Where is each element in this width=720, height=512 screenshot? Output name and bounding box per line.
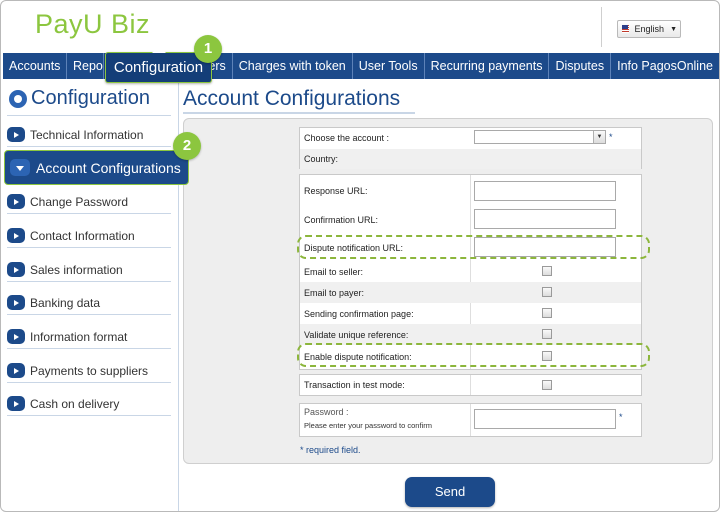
test-mode-section: Transaction in test mode: [299, 374, 642, 396]
sidebar-item-change-password[interactable]: Change Password [7, 190, 171, 214]
logo-text: PayU Biz [35, 8, 151, 39]
sidebar-item-label: Account Configurations [36, 159, 181, 176]
response-url-label: Response URL: [304, 186, 368, 196]
chevron-right-icon [7, 228, 25, 243]
required-field-note: * required field. [300, 445, 361, 455]
gear-icon [9, 89, 27, 108]
url-row: Response URL: [300, 175, 641, 205]
chevron-right-icon [7, 127, 25, 142]
column-divider [470, 404, 471, 436]
account-row: Choose the account : ▼ * [300, 128, 641, 148]
sidebar-item-label: Technical Information [30, 127, 144, 142]
sidebar-title: Configuration [9, 87, 150, 110]
email-seller-label: Email to seller: [304, 267, 364, 277]
unique-reference-checkbox[interactable] [542, 329, 552, 339]
email-payer-checkbox[interactable] [542, 287, 552, 297]
send-button[interactable]: Send [405, 477, 495, 507]
sidebar-item-contact-information[interactable]: Contact Information [7, 224, 171, 248]
chevron-right-icon [7, 363, 25, 378]
page-title: Account Configurations [183, 87, 401, 110]
sidebar-item-label: Banking data [30, 295, 101, 310]
checkbox-row: Sending confirmation page: [300, 303, 641, 324]
sidebar-item-label: Contact Information [30, 228, 135, 243]
highlight-dispute-url [297, 235, 650, 259]
nav-disputes[interactable]: Disputes [549, 53, 612, 79]
language-label: English [634, 24, 665, 34]
email-payer-label: Email to payer: [304, 288, 365, 298]
account-label: Choose the account : [304, 133, 390, 143]
checkbox-row: Email to payer: [300, 282, 641, 303]
chevron-right-icon [7, 329, 25, 344]
chevron-down-icon [10, 159, 30, 176]
unique-reference-label: Validate unique reference: [304, 330, 409, 340]
us-flag-icon [622, 25, 629, 33]
settings-section: Response URL: Confirmation URL: Dispute … [299, 174, 642, 370]
country-row: Country: [300, 149, 641, 169]
confirmation-page-checkbox[interactable] [542, 308, 552, 318]
sidebar-title-text: Configuration [31, 87, 150, 109]
title-underline [183, 112, 415, 114]
nav-user-tools[interactable]: User Tools [353, 53, 425, 79]
callout-badge-2: 2 [173, 132, 201, 160]
language-select[interactable]: English ▼ [617, 20, 681, 38]
nav-recurring-payments[interactable]: Recurring payments [425, 53, 550, 79]
highlight-dispute-notification [297, 343, 650, 367]
sidebar-divider [7, 115, 171, 116]
required-mark: * [619, 412, 623, 422]
checkbox-row: Validate unique reference: [300, 324, 641, 345]
nav-charges-with-token[interactable]: Charges with token [233, 53, 353, 79]
test-mode-checkbox[interactable] [542, 380, 552, 390]
checkbox-row: Email to seller: [300, 261, 641, 282]
url-row: Confirmation URL: [300, 205, 641, 233]
chevron-right-icon [7, 396, 25, 411]
sidebar-item-banking-data[interactable]: Banking data [7, 291, 171, 315]
account-section: Choose the account : ▼ * Country: [299, 127, 642, 169]
chevron-down-icon: ▼ [593, 131, 605, 143]
payu-biz-logo[interactable]: PayU Biz [35, 5, 150, 43]
nav-accounts[interactable]: Accounts [3, 53, 67, 79]
confirmation-page-label: Sending confirmation page: [304, 309, 414, 319]
sidebar-item-label: Change Password [30, 194, 129, 209]
sidebar: Configuration Technical Information Chan… [3, 81, 179, 511]
header-divider [601, 7, 602, 47]
sidebar-item-information-format[interactable]: Information format [7, 325, 171, 349]
sidebar-item-cash-on-delivery[interactable]: Cash on delivery [7, 392, 171, 416]
chevron-right-icon [7, 295, 25, 310]
account-select[interactable]: ▼ [474, 130, 606, 144]
test-mode-label: Transaction in test mode: [304, 380, 405, 390]
required-mark: * [609, 132, 613, 142]
sidebar-item-account-configurations[interactable]: Account Configurations [4, 150, 189, 185]
sidebar-item-label: Payments to suppliers [30, 363, 149, 378]
chevron-right-icon [7, 262, 25, 277]
chevron-down-icon: ▼ [670, 25, 677, 33]
chevron-right-icon [7, 194, 25, 209]
checkbox-row: Transaction in test mode: [300, 375, 641, 395]
email-seller-checkbox[interactable] [542, 266, 552, 276]
app-window: PayU Biz English ▼ Accounts Repor sers C… [0, 0, 720, 512]
confirmation-url-label: Confirmation URL: [304, 215, 379, 225]
response-url-input[interactable] [474, 181, 616, 201]
country-label: Country: [304, 154, 339, 164]
password-input[interactable] [474, 409, 616, 429]
nav-info-pagosonline[interactable]: Info PagosOnline [611, 53, 719, 79]
sidebar-item-label: Information format [30, 329, 128, 344]
sidebar-item-payments-to-suppliers[interactable]: Payments to suppliers [7, 359, 171, 383]
password-section: Password : Please enter your password to… [299, 403, 642, 437]
confirmation-url-input[interactable] [474, 209, 616, 229]
nav-reports[interactable]: Repor [67, 53, 104, 79]
password-hint: Please enter your password to confirm [304, 421, 432, 430]
sidebar-item-label: Cash on delivery [30, 396, 120, 411]
sidebar-item-sales-information[interactable]: Sales information [7, 258, 171, 282]
password-label: Password : [304, 407, 349, 417]
sidebar-item-technical-information[interactable]: Technical Information [7, 123, 171, 147]
callout-badge-1: 1 [194, 35, 222, 63]
sidebar-item-label: Sales information [30, 262, 123, 277]
